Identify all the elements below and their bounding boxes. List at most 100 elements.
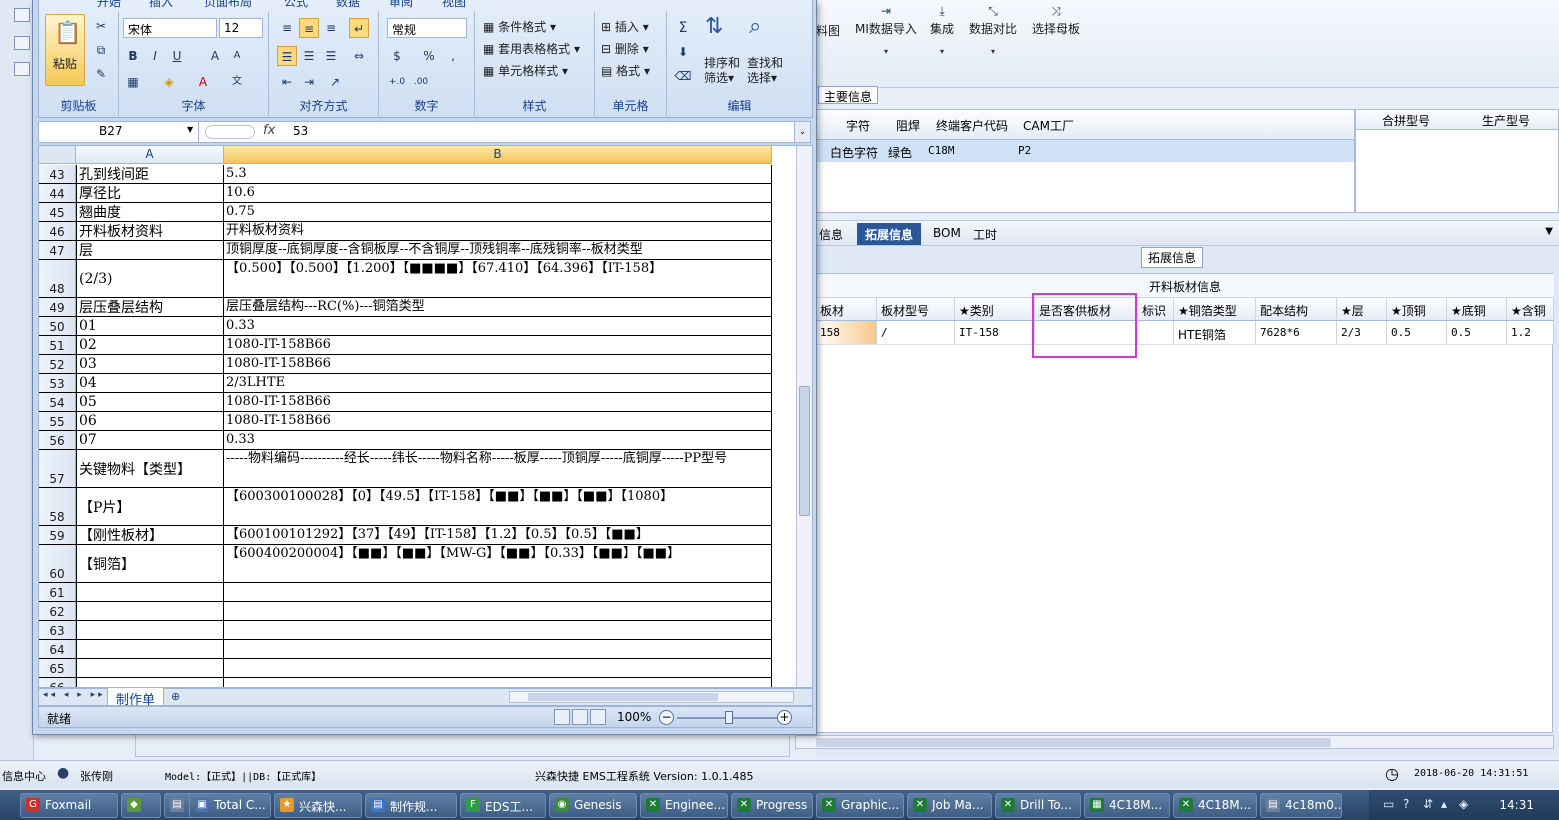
align-middle-icon[interactable]: ≡ bbox=[299, 18, 319, 38]
cell-b[interactable]: 【600400200004】【■■】【■■】【MW-G】【■■】【0.33】【■… bbox=[224, 545, 772, 582]
normal-view-icon[interactable] bbox=[554, 709, 570, 725]
cell-b[interactable]: 1080-IT-158B66 bbox=[224, 355, 772, 373]
phonetic-icon[interactable]: 文 bbox=[227, 72, 247, 92]
border-icon[interactable]: ▦ bbox=[123, 72, 143, 92]
taskbar-button[interactable]: F EDS工... bbox=[460, 793, 546, 818]
sort-filter-icon[interactable]: ⇅ bbox=[705, 14, 723, 39]
paste-button[interactable]: 📋 粘贴 bbox=[45, 14, 85, 86]
row-number[interactable]: 63 bbox=[39, 621, 76, 639]
currency-icon[interactable]: $ bbox=[387, 46, 407, 66]
cell-a[interactable]: 07 bbox=[76, 431, 224, 449]
cell-b[interactable] bbox=[224, 583, 772, 601]
tab-bom[interactable]: BOM bbox=[933, 226, 961, 240]
help-icon[interactable]: ? bbox=[1403, 797, 1409, 811]
insert-button[interactable]: ⊞ 插入 ▾ bbox=[601, 18, 649, 35]
cell-a[interactable]: 厚径比 bbox=[76, 184, 224, 202]
row-number[interactable]: 62 bbox=[39, 602, 76, 620]
sheet-row[interactable]: 59 【刚性板材】 【600100101292】【37】【49】【IT-158】【1… bbox=[39, 526, 772, 545]
align-bottom-icon[interactable]: ≡ bbox=[321, 18, 341, 38]
find-select-button[interactable]: 查找和 选择▾ bbox=[747, 56, 783, 86]
cut-icon[interactable]: ✂ bbox=[91, 16, 111, 36]
sheet-row[interactable]: 61 bbox=[39, 583, 772, 602]
fill-color-icon[interactable]: ◈ bbox=[159, 72, 179, 92]
zoom-slider[interactable] bbox=[677, 717, 789, 719]
table-row[interactable]: 158 / IT-158 HTE铜箔 7628*6 2/3 0.5 0.5 1.… bbox=[816, 321, 1554, 345]
row-number[interactable]: 61 bbox=[39, 583, 76, 601]
sheet-nav-arrows[interactable]: ◂◂ ◂ ▸ ▸▸ bbox=[43, 690, 106, 700]
sheet-row[interactable]: 58 【P片】 【600300100028】【0】【49.5】【IT-158】【■■… bbox=[39, 488, 772, 526]
zoom-level[interactable]: 100% bbox=[617, 710, 651, 724]
zoom-out-icon[interactable]: − bbox=[659, 710, 674, 725]
sheet-row[interactable]: 53 04 2/3LHTE bbox=[39, 374, 772, 393]
main-info-tab[interactable]: 主要信息 bbox=[818, 86, 879, 104]
taskbar-button[interactable]: ▤ 4c18m0... bbox=[1260, 793, 1342, 818]
sheet-row[interactable]: 57 关键物料【类型】 -----物料编码----------经长-----纬长--… bbox=[39, 450, 772, 488]
fill-icon[interactable]: ⬇ bbox=[673, 42, 693, 62]
sheet-row[interactable]: 45 翘曲度 0.75 bbox=[39, 203, 772, 222]
sheet-row[interactable]: 52 03 1080-IT-158B66 bbox=[39, 355, 772, 374]
sheet-row[interactable]: 54 05 1080-IT-158B66 bbox=[39, 393, 772, 412]
cell-b[interactable]: 0.33 bbox=[224, 317, 772, 335]
cell-a[interactable]: 05 bbox=[76, 393, 224, 411]
chevron-down-icon[interactable]: ▾ bbox=[855, 47, 917, 56]
shield-icon[interactable]: ◈ bbox=[1459, 797, 1468, 811]
row-number[interactable]: 51 bbox=[39, 336, 76, 354]
cell-a[interactable] bbox=[76, 640, 224, 658]
page-layout-view-icon[interactable] bbox=[572, 709, 588, 725]
taskbar-button[interactable]: ✕ Job Ma... bbox=[907, 793, 992, 818]
page-break-view-icon[interactable] bbox=[590, 709, 606, 725]
zoom-in-icon[interactable]: + bbox=[777, 710, 792, 725]
row-number[interactable]: 50 bbox=[39, 317, 76, 335]
font-size-select[interactable]: 12 bbox=[219, 18, 263, 38]
sheet-row[interactable]: 60 【铜箔】 【600400200004】【■■】【■■】【MW-G】【■■】【0… bbox=[39, 545, 772, 583]
cell-b[interactable] bbox=[224, 659, 772, 677]
cell-a[interactable]: 开料板材资料 bbox=[76, 222, 224, 240]
scroll-thumb[interactable] bbox=[528, 693, 718, 701]
cell-a[interactable]: 02 bbox=[76, 336, 224, 354]
row-number[interactable]: 45 bbox=[39, 203, 76, 221]
keyboard-icon[interactable]: ▭ bbox=[1383, 797, 1394, 811]
sheet-tab[interactable]: 制作单 bbox=[107, 688, 165, 708]
row-number[interactable]: 66 bbox=[39, 678, 76, 687]
cell-b[interactable]: 0.75 bbox=[224, 203, 772, 221]
table-row[interactable]: 白色字符 绿色 C18M P2 bbox=[816, 140, 1354, 162]
cell-a[interactable] bbox=[76, 602, 224, 620]
formula-input[interactable]: 53 bbox=[293, 124, 308, 138]
underline-icon[interactable]: U bbox=[167, 46, 187, 66]
grow-font-icon[interactable]: A bbox=[205, 46, 225, 66]
cell-b[interactable]: 5.3 bbox=[224, 165, 772, 183]
font-name-select[interactable]: 宋体 bbox=[123, 18, 217, 38]
col-header[interactable]: ★底铜 bbox=[1447, 298, 1507, 320]
row-number[interactable]: 49 bbox=[39, 298, 76, 316]
sheet-row[interactable]: 43 孔到线间距 5.3 bbox=[39, 165, 772, 184]
row-number[interactable]: 64 bbox=[39, 640, 76, 658]
cell-a[interactable]: 孔到线间距 bbox=[76, 165, 224, 183]
sheet-row[interactable]: 50 01 0.33 bbox=[39, 317, 772, 336]
chevron-down-icon[interactable]: ▼ bbox=[187, 125, 193, 134]
cell-a[interactable] bbox=[76, 659, 224, 677]
col-header[interactable]: 阻焊 bbox=[896, 117, 920, 134]
col-header[interactable]: 配本结构 bbox=[1256, 298, 1337, 320]
font-color-icon[interactable]: A bbox=[193, 72, 213, 92]
comma-icon[interactable]: , bbox=[443, 46, 463, 66]
taskbar-button[interactable]: ✕ Drill To... bbox=[995, 793, 1081, 818]
taskbar-button[interactable]: ✕ Graphic... bbox=[816, 793, 904, 818]
col-header[interactable]: 板材 bbox=[816, 298, 877, 320]
col-header[interactable]: 合拼型号 bbox=[1382, 112, 1430, 129]
cell-b[interactable] bbox=[224, 602, 772, 620]
tool-icon[interactable] bbox=[14, 62, 30, 76]
cell-b[interactable] bbox=[224, 678, 772, 687]
tb-button-material[interactable]: 料图 bbox=[816, 22, 840, 39]
row-number[interactable]: 43 bbox=[39, 165, 76, 183]
row-number[interactable]: 46 bbox=[39, 222, 76, 240]
cell-b[interactable]: 顶铜厚度--底铜厚度--含铜板厚--不含铜厚--顶残铜率--底残铜率--板材类型 bbox=[224, 241, 772, 259]
row-number[interactable]: 53 bbox=[39, 374, 76, 392]
taskbar-clock[interactable]: 14:31 bbox=[1499, 798, 1534, 812]
cell-b[interactable]: 【0.500】【0.500】【1.200】【■■■■】【67.410】【64.3… bbox=[224, 260, 772, 297]
cell-a[interactable] bbox=[76, 583, 224, 601]
decrease-decimal-icon[interactable]: .00 bbox=[411, 72, 431, 92]
col-header[interactable]: ★类别 bbox=[955, 298, 1035, 320]
cell-b[interactable]: 1080-IT-158B66 bbox=[224, 412, 772, 430]
zoom-slider-knob[interactable] bbox=[725, 711, 733, 724]
taskbar-button[interactable]: ▣ Total C... bbox=[189, 793, 271, 818]
